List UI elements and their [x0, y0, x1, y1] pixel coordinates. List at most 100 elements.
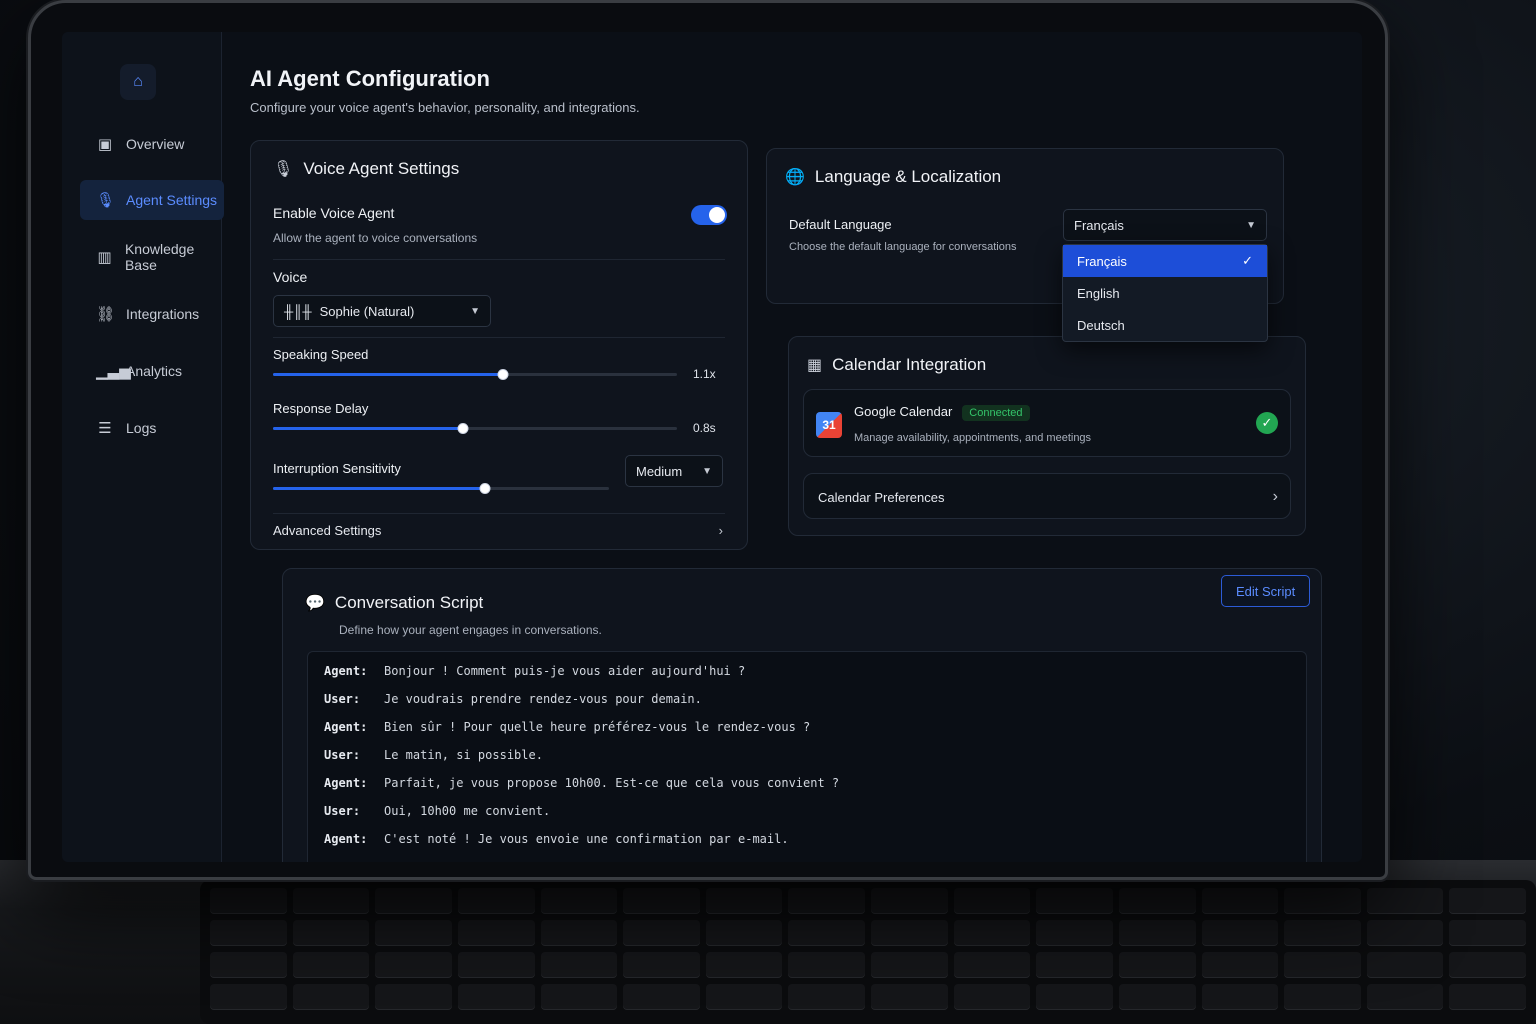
script-speaker: User:	[324, 692, 361, 706]
enable-voice-toggle[interactable]	[691, 205, 727, 225]
keyboard-key	[540, 888, 618, 914]
default-language-sub: Choose the default language for conversa…	[789, 241, 1017, 253]
keyboard-key	[1366, 888, 1444, 914]
keyboard-key	[1449, 920, 1526, 946]
chevron-down-icon: ▼	[470, 305, 480, 317]
keyboard-key	[1284, 984, 1361, 1010]
home-icon[interactable]: ⌂	[120, 64, 156, 100]
keyboard-key	[1036, 984, 1113, 1010]
sidebar-item-label: Logs	[126, 420, 157, 436]
waveform-icon: ╫║╫	[284, 303, 312, 319]
keyboard-key	[540, 952, 618, 978]
default-language-label: Default Language	[789, 217, 892, 232]
edit-script-label: Edit Script	[1236, 583, 1296, 599]
interruption-select[interactable]: Medium ▼	[625, 455, 723, 487]
sidebar-item-integrations[interactable]: ⛓ Integrations	[80, 294, 224, 334]
script-speaker: Agent:	[324, 832, 368, 846]
keyboard-key	[457, 920, 535, 946]
slider-thumb[interactable]	[457, 423, 469, 434]
script-message: C'est noté ! Je vous envoie une confirma…	[384, 832, 789, 846]
keyboard-key	[705, 952, 783, 978]
keyboard-key	[1449, 984, 1526, 1010]
keyboard-key	[1201, 952, 1279, 978]
keyboard-key	[1036, 952, 1113, 978]
sidebar-item-label: Agent Settings	[126, 192, 218, 208]
slider-fill	[273, 373, 504, 376]
speaking-speed-slider[interactable]	[273, 369, 677, 380]
calendar-preferences-row[interactable]: Calendar Preferences ›	[803, 473, 1291, 519]
laptop-keyboard	[200, 880, 1536, 1024]
script-message: Le matin, si possible.	[384, 748, 543, 762]
keyboard-key	[1449, 888, 1526, 914]
sidebar-item-analytics[interactable]: ▁▃▅ Analytics	[80, 351, 224, 391]
divider	[273, 337, 725, 338]
keyboard-key	[292, 984, 370, 1010]
calendar-description: Manage availability, appointments, and m…	[854, 432, 1092, 444]
keyboard-key	[788, 952, 865, 978]
advanced-settings-row[interactable]: Advanced Settings ›	[273, 523, 723, 538]
page-title: AI Agent Configuration	[250, 66, 490, 91]
language-option-francais[interactable]: Français ✓	[1063, 245, 1267, 277]
slider-thumb[interactable]	[497, 369, 509, 380]
keyboard-key	[871, 888, 948, 914]
script-speaker: User:	[324, 748, 361, 762]
keyboard-key	[1118, 888, 1196, 914]
script-line: User: Le matin, si possible.	[324, 748, 543, 762]
edit-script-button[interactable]: Edit Script	[1221, 575, 1311, 607]
sidebar-item-agent-settings[interactable]: 🎙 Agent Settings	[80, 180, 224, 220]
keyboard-key	[375, 920, 452, 946]
language-option-english[interactable]: English	[1063, 277, 1267, 309]
chevron-down-icon: ▼	[702, 465, 712, 477]
keyboard-key	[210, 888, 287, 914]
script-title: 💬 Conversation Script	[305, 593, 483, 613]
keyboard-key	[953, 888, 1031, 914]
script-subtitle: Define how your agent engages in convers…	[339, 623, 602, 637]
microphone-icon: 🎙	[96, 192, 116, 209]
keyboard-key	[457, 888, 535, 914]
chevron-right-icon: ›	[1272, 488, 1278, 505]
keyboard-key	[457, 952, 535, 978]
script-speaker: Agent:	[324, 720, 368, 734]
sidebar-item-logs[interactable]: ☰ Logs	[80, 408, 224, 448]
keyboard-key	[375, 984, 452, 1010]
sidebar-item-overview[interactable]: ▣ Overview	[80, 124, 224, 164]
voice-settings-card: 🎙 Voice Agent Settings Enable Voice Agen…	[250, 140, 748, 550]
keyboard-key	[705, 888, 783, 914]
calendar-preferences-label: Calendar Preferences	[818, 489, 945, 505]
script-message: Je voudrais prendre rendez-vous pour dem…	[384, 692, 702, 706]
speaking-speed-value: 1.1x	[693, 367, 716, 381]
google-calendar-row[interactable]: 31 Google Calendar Connected Manage avail…	[803, 389, 1291, 457]
list-icon: ☰	[98, 420, 112, 437]
script-speaker: Agent:	[324, 664, 368, 678]
sidebar-item-knowledge-base[interactable]: ▥ Knowledge Base	[80, 237, 224, 277]
sidebar: ⌂ ▣ Overview 🎙 Agent Settings ▥ Knowledg…	[62, 32, 224, 862]
divider	[273, 513, 725, 514]
slider-thumb[interactable]	[479, 483, 491, 494]
keyboard-key	[871, 920, 948, 946]
interruption-slider[interactable]	[273, 483, 609, 494]
language-option-deutsch[interactable]: Deutsch	[1063, 309, 1267, 341]
divider	[273, 259, 725, 260]
response-delay-slider[interactable]	[273, 423, 677, 434]
calendar-preferences-link[interactable]: Calendar Preferences ›	[818, 488, 1278, 506]
overview-icon: ▣	[97, 136, 113, 153]
language-dropdown: Français ✓ English Deutsch	[1062, 244, 1268, 342]
keyboard-key	[292, 952, 370, 978]
keyboard-key	[953, 952, 1031, 978]
keyboard-key	[292, 920, 370, 946]
speaking-speed-label: Speaking Speed	[273, 347, 369, 362]
sidebar-item-label: Knowledge Base	[124, 241, 195, 273]
enable-voice-sub: Allow the agent to voice conversations	[273, 231, 478, 245]
sidebar-item-label: Overview	[126, 136, 185, 152]
script-speaker: User:	[324, 804, 361, 818]
script-editor[interactable]: Agent: Bonjour ! Comment puis-je vous aid…	[307, 651, 1307, 862]
check-circle-icon: ✓	[1256, 412, 1278, 434]
keyboard-key	[1366, 984, 1444, 1010]
keyboard-key	[540, 920, 618, 946]
keyboard-key	[540, 984, 618, 1010]
language-select[interactable]: Français ▼	[1063, 209, 1267, 241]
slider-fill	[273, 427, 463, 430]
voice-select[interactable]: ╫║╫ Sophie (Natural) ▼	[273, 295, 491, 327]
keyboard-key	[457, 984, 535, 1010]
page-subtitle: Configure your voice agent's behavior, p…	[250, 100, 640, 115]
